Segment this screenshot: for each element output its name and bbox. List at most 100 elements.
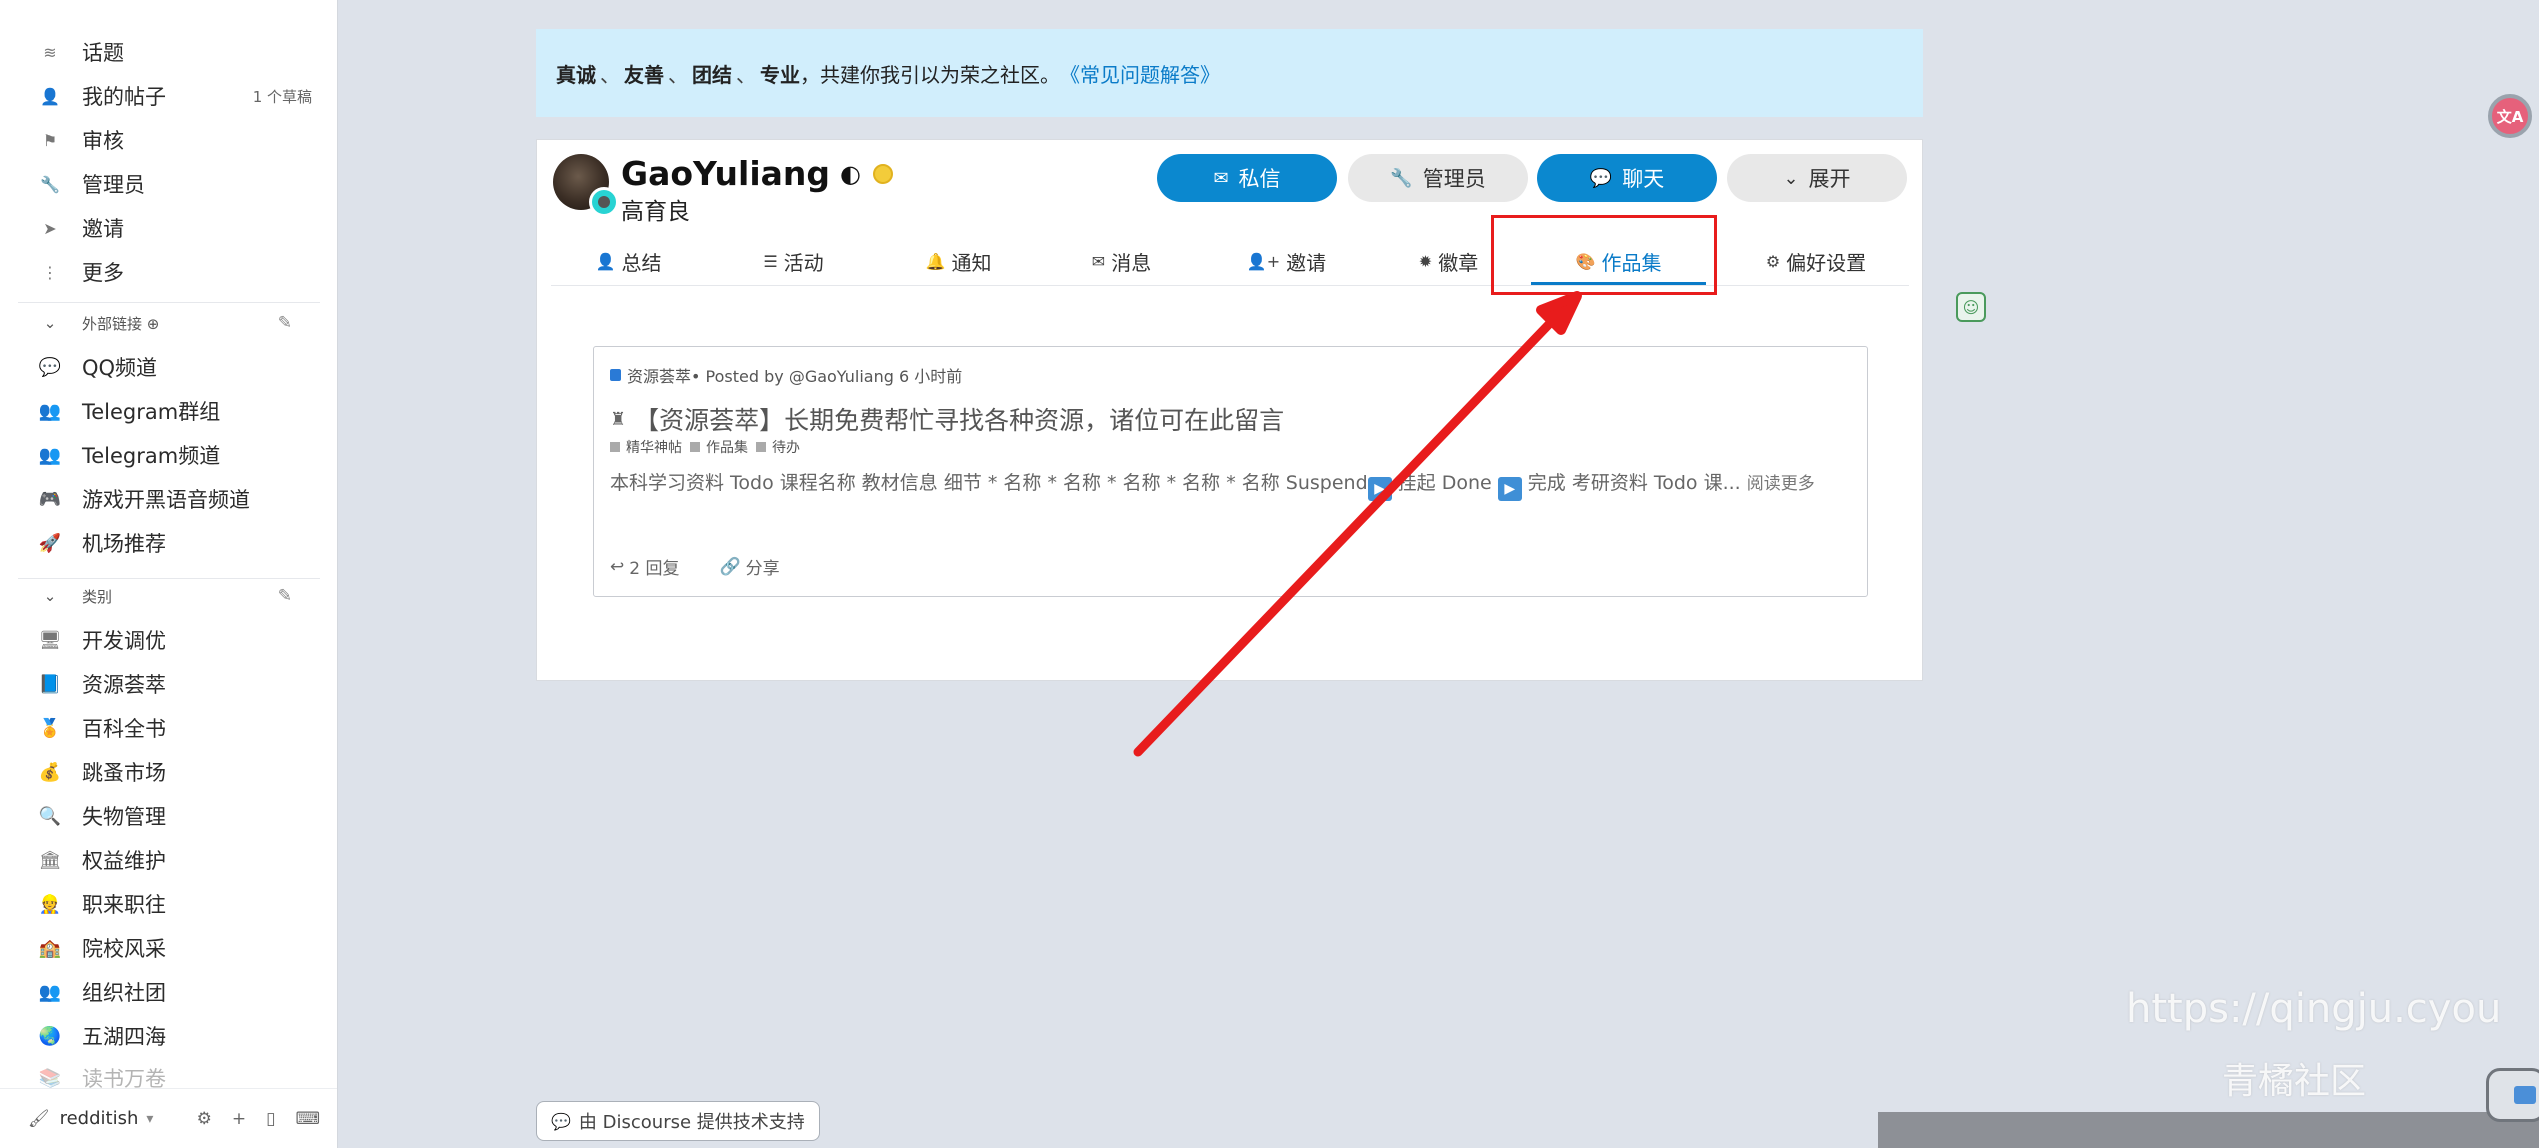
gear-icon[interactable]: ⚙ xyxy=(197,1109,212,1129)
sidebar-category-world[interactable]: 🌏 五湖四海 xyxy=(36,1016,326,1056)
banner-separator: 、 xyxy=(736,62,756,87)
username-text: GaoYuliang xyxy=(621,154,831,193)
sidebar-item-more[interactable]: ⋮ 更多 xyxy=(36,252,326,292)
sidebar-item-my-posts[interactable]: 👤 我的帖子 1 个草稿 xyxy=(36,76,326,116)
sidebar-category-dev[interactable]: 🖥 开发调优 xyxy=(36,620,326,660)
sidebar-item-label: 更多 xyxy=(82,261,124,285)
tab-badges[interactable]: ✹ 徽章 xyxy=(1391,236,1506,286)
sidebar-category-resources[interactable]: 📘 资源荟萃 xyxy=(36,664,326,704)
message-button[interactable]: ✉ 私信 xyxy=(1157,154,1337,202)
people-icon: 👥 xyxy=(38,981,62,1003)
floating-helper-icon[interactable]: ☺ xyxy=(1956,292,1986,322)
watermark-name: 青橘社区 xyxy=(2222,1061,2367,1102)
plus-icon[interactable]: + xyxy=(232,1109,246,1129)
sidebar-divider xyxy=(18,302,320,303)
tab-notifications[interactable]: 🔔 通知 xyxy=(901,236,1016,286)
full-name: 高育良 xyxy=(621,199,690,225)
tab-preferences[interactable]: ⚙ 偏好设置 xyxy=(1731,236,1901,286)
chat-drawer-icon[interactable] xyxy=(2486,1068,2539,1122)
sidebar-item-label: 审核 xyxy=(82,129,124,153)
sidebar-link-telegram-group[interactable]: 👥 Telegram群组 xyxy=(36,391,326,431)
sidebar-link-airport[interactable]: 🚀 机场推荐 xyxy=(36,523,326,563)
powered-by-discourse[interactable]: 💬 由 Discourse 提供技术支持 xyxy=(536,1101,820,1141)
sidebar-footer: 🖌 redditish ▾ ⚙ + ▯ ⌨ xyxy=(0,1088,337,1148)
sidebar-category-schools[interactable]: 🏫 院校风采 xyxy=(36,928,326,968)
sidebar-item-label: 管理员 xyxy=(82,173,145,197)
chat-bubbles-icon: 💬 xyxy=(38,356,62,378)
reply-icon: ↩ xyxy=(610,556,625,577)
tab-summary[interactable]: 👤 总结 xyxy=(571,236,686,286)
double-chevron-down-icon: ⌄ xyxy=(1783,167,1799,189)
pin-icon: ♜ xyxy=(610,408,627,430)
watermark-url: https://qingju.cyou xyxy=(2126,986,2502,1032)
highlight-box xyxy=(1491,215,1717,295)
post-meta: 资源荟萃 • Posted by @GaoYuliang 6 小时前 xyxy=(610,363,962,387)
sidebar-section-links[interactable]: ⌄ 外部链接 ⊕ ✎ xyxy=(36,308,292,338)
paper-plane-icon: ➤ xyxy=(43,218,57,238)
sidebar-item-review[interactable]: ⚑ 审核 xyxy=(36,120,326,160)
faq-link[interactable]: 《常见问题解答》 xyxy=(1060,59,1220,88)
category-link[interactable]: 资源荟萃 xyxy=(627,363,691,387)
sidebar-section-categories[interactable]: ⌄ 类别 ✎ xyxy=(36,581,292,611)
users-icon: 👥 xyxy=(38,400,62,422)
post-title[interactable]: ♜ 【资源荟萃】长期免费帮忙寻找各种资源，诸位可在此留言 xyxy=(610,401,1284,437)
mobile-icon[interactable]: ▯ xyxy=(266,1109,275,1129)
chat-button[interactable]: 💬 聊天 xyxy=(1537,154,1717,202)
banner-text: ，共建你我引以为荣之社区。 xyxy=(800,62,1060,87)
sidebar-item-label: 职来职往 xyxy=(82,893,166,917)
tab-label: 邀请 xyxy=(1286,250,1327,275)
admin-button[interactable]: 🔧 管理员 xyxy=(1348,154,1528,202)
sidebar-category-rights[interactable]: 🏛 权益维护 xyxy=(36,840,326,880)
chevron-down-icon[interactable]: ▾ xyxy=(146,1111,153,1127)
status-emoji-icon xyxy=(872,163,893,184)
tag[interactable]: 精华神帖 xyxy=(610,437,682,457)
sidebar-item-label: 失物管理 xyxy=(82,805,166,829)
sidebar-category-lost-found[interactable]: 🔍 失物管理 xyxy=(36,796,326,836)
sidebar: ≋ 话题 👤 我的帖子 1 个草稿 ⚑ 审核 🔧 管理员 ➤ 邀请 ⋮ 更多 ⌄… xyxy=(0,0,338,1148)
pencil-icon[interactable]: ✎ xyxy=(278,586,292,606)
sidebar-item-topics[interactable]: ≋ 话题 xyxy=(36,32,326,72)
theme-selector[interactable]: redditish xyxy=(60,1108,139,1129)
powered-by-text: 由 Discourse 提供技术支持 xyxy=(578,1112,805,1133)
expand-button[interactable]: ⌄ 展开 xyxy=(1727,154,1907,202)
keyboard-icon[interactable]: ⌨ xyxy=(295,1109,320,1129)
sidebar-item-label: Telegram群组 xyxy=(82,400,221,424)
tag[interactable]: 作品集 xyxy=(690,437,748,457)
sidebar-category-encyclopedia[interactable]: 🏅 百科全书 xyxy=(36,708,326,748)
topic-card[interactable]: 资源荟萃 • Posted by @GaoYuliang 6 小时前 ♜ 【资源… xyxy=(593,346,1868,597)
sidebar-link-telegram-channel[interactable]: 👥 Telegram频道 xyxy=(36,435,326,475)
tab-label: 徽章 xyxy=(1438,250,1479,275)
users-icon: 👥 xyxy=(38,444,62,466)
sidebar-item-label: 游戏开黑语音频道 xyxy=(82,488,250,512)
sidebar-item-label: 院校风采 xyxy=(82,937,166,961)
translate-icon[interactable]: 文A xyxy=(2488,94,2532,138)
sidebar-category-jobs[interactable]: 👷 职来职往 xyxy=(36,884,326,924)
pencil-icon[interactable]: ✎ xyxy=(278,313,292,333)
tag[interactable]: 待办 xyxy=(756,437,800,457)
post-title-text[interactable]: 【资源荟萃】长期免费帮忙寻找各种资源，诸位可在此留言 xyxy=(634,401,1284,437)
sidebar-category-market[interactable]: 💰 跳蚤市场 xyxy=(36,752,326,792)
sidebar-item-label: 我的帖子 xyxy=(82,85,166,109)
school-icon: 🏫 xyxy=(38,937,62,959)
sidebar-item-admin[interactable]: 🔧 管理员 xyxy=(36,164,326,204)
medal-icon: 🏅 xyxy=(38,717,62,739)
sidebar-category-clubs[interactable]: 👥 组织社团 xyxy=(36,972,326,1012)
tab-activity[interactable]: ☰ 活动 xyxy=(736,236,851,286)
user-icon: 👤 xyxy=(595,251,616,271)
reply-button[interactable]: ↩ 2 回复 xyxy=(610,554,699,580)
books-icon: 📚 xyxy=(38,1067,62,1089)
tab-messages[interactable]: ✉ 消息 xyxy=(1064,236,1179,286)
gear-icon: ⚙ xyxy=(1765,251,1781,271)
share-button[interactable]: 🔗 分享 xyxy=(719,554,799,580)
sidebar-divider xyxy=(18,578,320,579)
read-more-link[interactable]: 阅读更多 xyxy=(1747,474,1815,494)
sidebar-item-invite[interactable]: ➤ 邀请 xyxy=(36,208,326,248)
sidebar-link-voice[interactable]: 🎮 游戏开黑语音频道 xyxy=(36,479,326,519)
tab-invites[interactable]: 👤+ 邀请 xyxy=(1229,236,1344,286)
tab-label: 活动 xyxy=(783,250,824,275)
wrench-icon: 🔧 xyxy=(40,174,60,194)
envelope-icon: ✉ xyxy=(1091,251,1106,271)
rocket-icon: 🚀 xyxy=(38,532,62,554)
sidebar-link-qq[interactable]: 💬 QQ频道 xyxy=(36,347,326,387)
post-excerpt: 本科学习资料 Todo 课程名称 教材信息 细节 * 名称 * 名称 * 名称 … xyxy=(610,469,1850,501)
